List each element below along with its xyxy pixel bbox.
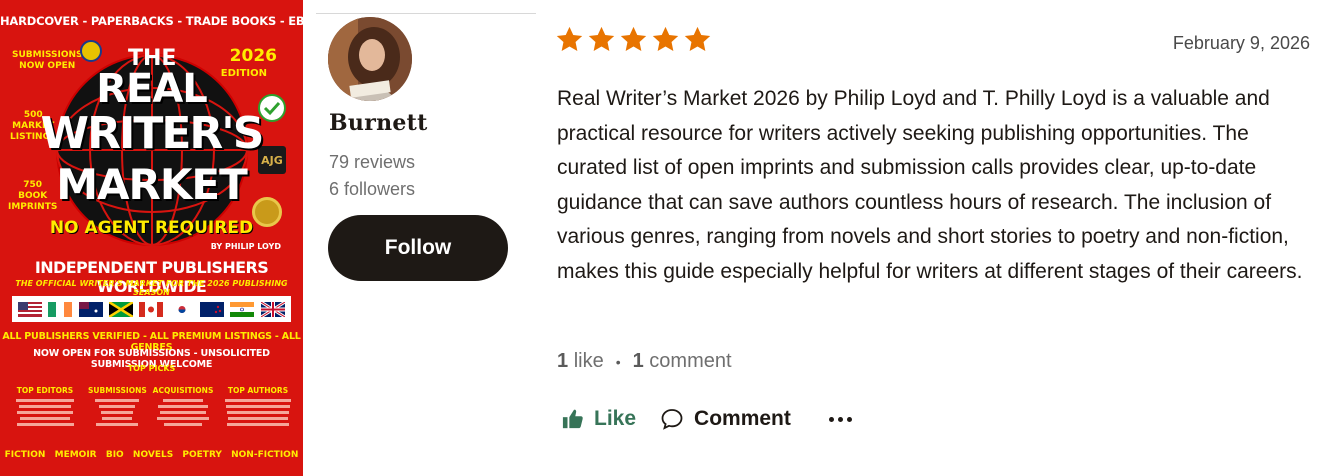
cover-title-market: MARKET bbox=[56, 160, 248, 209]
like-label: Like bbox=[594, 407, 637, 430]
cover-column-submissions: SUBMISSIONS bbox=[88, 386, 147, 429]
cover-year: 2026 bbox=[229, 46, 277, 66]
cover-title-real: REAL bbox=[96, 66, 208, 112]
flag-ireland-icon bbox=[48, 301, 73, 317]
cover-column-authors: TOP AUTHORS bbox=[222, 386, 294, 429]
cover-no-agent: NO AGENT REQUIRED bbox=[49, 218, 254, 238]
speech-bubble-icon bbox=[661, 409, 683, 430]
divider bbox=[316, 13, 536, 14]
cover-column-acquisitions: ACQUISITIONS bbox=[152, 386, 214, 429]
comment-label: Comment bbox=[694, 407, 791, 430]
thumbs-up-icon bbox=[562, 409, 583, 429]
ellipsis-icon bbox=[846, 416, 852, 422]
star-icon bbox=[588, 26, 615, 51]
flag-uk-icon bbox=[260, 301, 285, 317]
star-icon bbox=[556, 26, 583, 51]
star-icon bbox=[684, 26, 711, 51]
star-icon bbox=[620, 26, 647, 51]
social-counts: 1 like • 1 comment bbox=[557, 350, 732, 373]
cover-format-strip: HARDCOVER - PAPERBACKS - TRADE BOOKS - E… bbox=[0, 14, 303, 28]
reviewer-review-count: 79 reviews bbox=[329, 152, 416, 172]
comment-count[interactable]: 1 comment bbox=[633, 350, 732, 373]
cover-byline: BY PHILIP LOYD bbox=[210, 242, 281, 251]
ellipsis-icon bbox=[828, 416, 834, 422]
flag-usa-icon bbox=[18, 301, 43, 317]
more-options-button[interactable] bbox=[828, 416, 852, 422]
flag-new-zealand-icon bbox=[200, 301, 225, 317]
review-date[interactable]: February 9, 2026 bbox=[1173, 33, 1310, 54]
book-cover[interactable]: HARDCOVER - PAPERBACKS - TRADE BOOKS - E… bbox=[0, 0, 303, 476]
cover-official: THE OFFICIAL WRITER'S MARKET FOR THE 202… bbox=[15, 279, 288, 297]
like-count[interactable]: 1 like bbox=[557, 350, 604, 373]
review-text: Real Writer’s Market 2026 by Philip Loyd… bbox=[557, 87, 1303, 283]
review-actions: Like Comment bbox=[562, 407, 852, 431]
flag-korea-icon bbox=[169, 301, 194, 317]
cover-top-picks: TOP PICKS bbox=[127, 364, 176, 373]
star-rating bbox=[555, 25, 712, 54]
cover-genre-strip: FICTION MEMOIR BIO NOVELS POETRY NON-FIC… bbox=[4, 450, 299, 460]
avatar[interactable] bbox=[328, 17, 412, 101]
separator-dot: • bbox=[615, 353, 621, 370]
star-icon bbox=[652, 26, 679, 51]
like-button[interactable]: Like bbox=[562, 407, 636, 431]
cover-title-writers: WRITER'S bbox=[40, 108, 265, 159]
ellipsis-icon bbox=[837, 416, 843, 422]
flag-jamaica-icon bbox=[109, 301, 134, 317]
follow-button[interactable]: Follow bbox=[328, 215, 508, 281]
comment-button[interactable]: Comment bbox=[660, 407, 791, 431]
flag-canada-icon bbox=[139, 301, 164, 317]
flag-australia-icon bbox=[78, 301, 103, 317]
reviewer-name[interactable]: Burnett bbox=[329, 110, 428, 136]
cover-column-editors: TOP EDITORS bbox=[14, 386, 76, 429]
flag-india-icon bbox=[230, 301, 255, 317]
seal-icon bbox=[80, 40, 102, 62]
reviewer-follower-count: 6 followers bbox=[329, 179, 416, 199]
flags-row bbox=[12, 296, 291, 322]
